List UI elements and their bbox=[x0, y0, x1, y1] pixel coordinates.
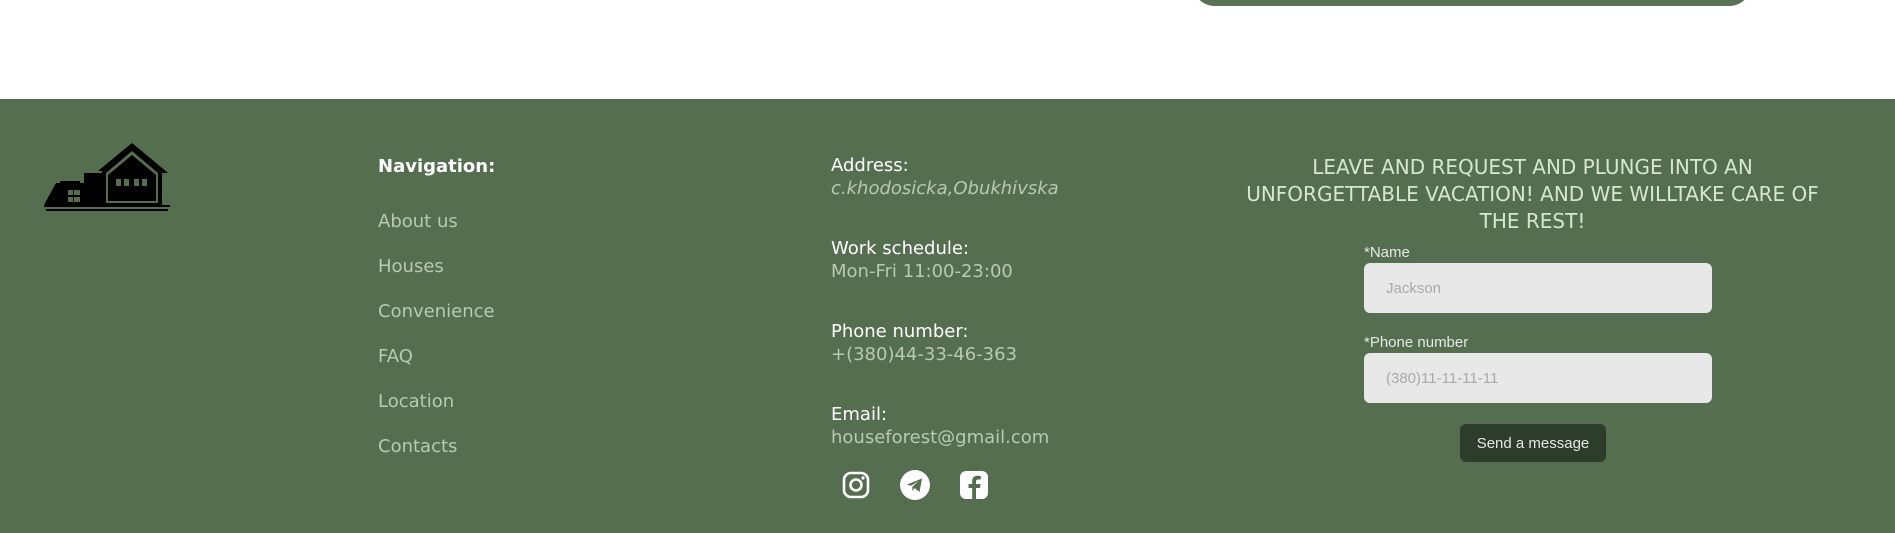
email-value[interactable]: houseforest@gmail.com bbox=[831, 426, 1049, 450]
nav-link-location[interactable]: Location bbox=[378, 392, 495, 437]
facebook-icon[interactable] bbox=[959, 470, 989, 500]
footer: Navigation: About us Houses Convenience … bbox=[0, 99, 1895, 533]
nav-link-contacts[interactable]: Contacts bbox=[378, 437, 495, 482]
address-block: Address: c.khodosicka,Obukhivska bbox=[831, 155, 1059, 201]
instagram-icon[interactable] bbox=[841, 470, 871, 500]
phone-label: Phone number: bbox=[831, 321, 969, 342]
nav-link-houses[interactable]: Houses bbox=[378, 257, 495, 302]
navigation-list: About us Houses Convenience FAQ Location… bbox=[378, 212, 495, 482]
address-value: c.khodosicka,Obukhivska bbox=[831, 178, 1059, 199]
phone-block: Phone number: +(380)44-33-46-363 bbox=[831, 321, 1017, 367]
phone-input[interactable] bbox=[1364, 353, 1712, 403]
navigation-title: Navigation: bbox=[378, 156, 496, 177]
telegram-icon[interactable] bbox=[900, 470, 930, 500]
name-field-label: *Name bbox=[1364, 244, 1410, 261]
top-green-button-edge[interactable] bbox=[1192, 0, 1752, 6]
nav-link-faq[interactable]: FAQ bbox=[378, 347, 495, 392]
nav-link-convenience[interactable]: Convenience bbox=[378, 302, 495, 347]
nav-link-about-us[interactable]: About us bbox=[378, 212, 495, 257]
top-section bbox=[0, 0, 1895, 99]
schedule-label: Work schedule: bbox=[831, 238, 970, 259]
phone-value[interactable]: +(380)44-33-46-363 bbox=[831, 343, 1017, 367]
phone-field-label: *Phone number bbox=[1364, 334, 1469, 351]
email-label: Email: bbox=[831, 404, 888, 425]
schedule-block: Work schedule: Mon-Fri 11:00-23:00 bbox=[831, 238, 1013, 284]
send-message-button[interactable]: Send a message bbox=[1460, 424, 1606, 462]
email-block: Email: houseforest@gmail.com bbox=[831, 404, 1049, 450]
schedule-value: Mon-Fri 11:00-23:00 bbox=[831, 261, 1013, 282]
house-logo-icon[interactable] bbox=[44, 143, 170, 211]
request-cta-text: LEAVE AND REQUEST AND PLUNGE INTO AN UNF… bbox=[1246, 155, 1819, 233]
address-label: Address: bbox=[831, 155, 909, 176]
name-input[interactable] bbox=[1364, 263, 1712, 313]
